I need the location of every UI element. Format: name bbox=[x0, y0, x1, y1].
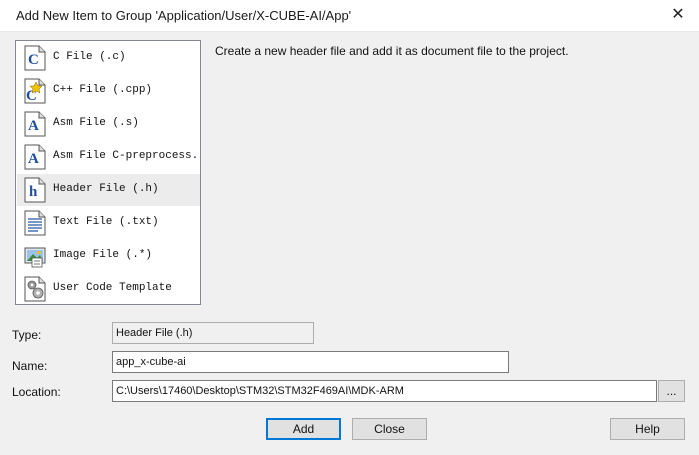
file-type-item-asm-preprocessor[interactable]: A Asm File C-preprocess... bbox=[17, 141, 201, 173]
name-label: Name: bbox=[12, 359, 48, 373]
file-type-item-image[interactable]: Image File (.*) bbox=[17, 240, 200, 272]
file-type-label: Asm File C-preprocess... bbox=[53, 150, 201, 162]
file-type-label: C++ File (.cpp) bbox=[53, 84, 153, 96]
file-type-label: Text File (.txt) bbox=[53, 216, 159, 228]
file-type-label: Header File (.h) bbox=[53, 183, 159, 195]
item-description: Create a new header file and add it as d… bbox=[215, 44, 569, 58]
file-type-label: Asm File (.s) bbox=[53, 117, 139, 129]
name-input[interactable]: app_x-cube-ai bbox=[112, 351, 509, 373]
window-title: Add New Item to Group 'Application/User/… bbox=[16, 8, 352, 23]
close-icon[interactable]: ✕ bbox=[667, 4, 689, 26]
type-field: Header File (.h) bbox=[112, 322, 314, 344]
svg-text:A: A bbox=[28, 118, 39, 134]
help-button[interactable]: Help bbox=[610, 418, 685, 440]
c-file-icon: C bbox=[24, 45, 46, 71]
asm-preprocessor-file-icon: A bbox=[24, 144, 46, 170]
svg-text:C: C bbox=[28, 52, 39, 68]
svg-text:h: h bbox=[29, 184, 38, 200]
file-type-item-user-code-template[interactable]: User Code Template bbox=[17, 273, 200, 304]
add-button[interactable]: Add bbox=[266, 418, 341, 440]
title-bar: Add New Item to Group 'Application/User/… bbox=[0, 0, 699, 32]
text-file-icon bbox=[24, 210, 46, 236]
file-type-item-header[interactable]: h Header File (.h) bbox=[17, 174, 200, 206]
location-input[interactable]: C:\Users\17460\Desktop\STM32\STM32F469AI… bbox=[112, 380, 657, 402]
location-label: Location: bbox=[12, 385, 61, 399]
type-label: Type: bbox=[12, 328, 42, 342]
file-type-list[interactable]: C C File (.c) C C++ File (.cpp) A Asm Fi… bbox=[15, 40, 201, 305]
cpp-file-icon: C bbox=[24, 78, 46, 104]
image-file-icon bbox=[24, 247, 46, 268]
file-type-item-asm[interactable]: A Asm File (.s) bbox=[17, 108, 200, 140]
user-code-template-icon bbox=[24, 276, 46, 302]
file-type-item-c[interactable]: C C File (.c) bbox=[17, 42, 200, 74]
asm-file-icon: A bbox=[24, 111, 46, 137]
close-button[interactable]: Close bbox=[352, 418, 427, 440]
header-file-icon: h bbox=[24, 177, 46, 203]
file-type-item-text[interactable]: Text File (.txt) bbox=[17, 207, 200, 239]
browse-button[interactable]: ... bbox=[658, 380, 685, 402]
file-type-label: C File (.c) bbox=[53, 51, 126, 63]
file-type-label: Image File (.*) bbox=[53, 249, 153, 261]
file-type-label: User Code Template bbox=[53, 282, 172, 294]
file-type-item-cpp[interactable]: C C++ File (.cpp) bbox=[17, 75, 200, 107]
svg-text:A: A bbox=[28, 151, 39, 167]
